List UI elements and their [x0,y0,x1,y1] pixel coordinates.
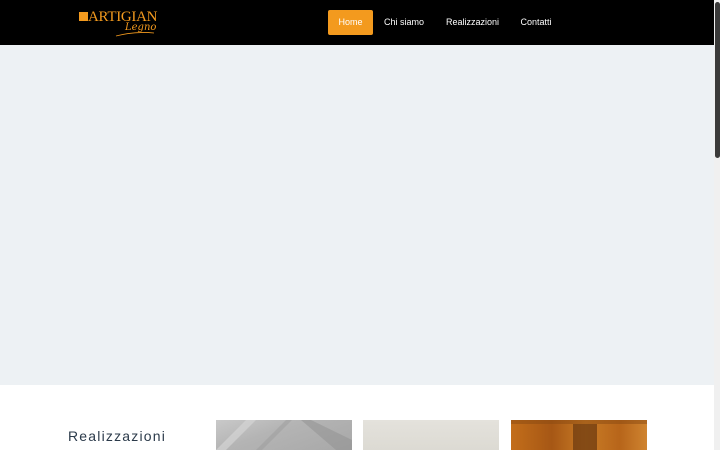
logo-swoosh-icon [115,32,155,37]
thumb-1-image [216,420,352,450]
nav-item-realizzazioni[interactable]: Realizzazioni [441,10,504,35]
site-header: ARTIGIAN Legno Home Chi siamo Realizzazi… [0,0,714,45]
gallery-thumb-2[interactable] [363,420,499,450]
logo-mark-icon [79,12,88,21]
nav-item-contatti[interactable]: Contatti [516,10,556,35]
scrollbar-thumb[interactable] [715,2,720,158]
nav-item-home[interactable]: Home [328,10,373,35]
page: ARTIGIAN Legno Home Chi siamo Realizzazi… [0,0,720,450]
gallery-thumb-3[interactable] [511,420,647,450]
nav-item-chi-siamo[interactable]: Chi siamo [381,10,427,35]
section-title-realizzazioni: Realizzazioni [68,428,167,444]
thumb-3-image [511,420,647,450]
page-scrollbar[interactable] [714,0,720,450]
hero-banner [0,45,714,385]
gallery-thumb-1[interactable] [216,420,352,450]
site-logo[interactable]: ARTIGIAN Legno [79,9,159,37]
